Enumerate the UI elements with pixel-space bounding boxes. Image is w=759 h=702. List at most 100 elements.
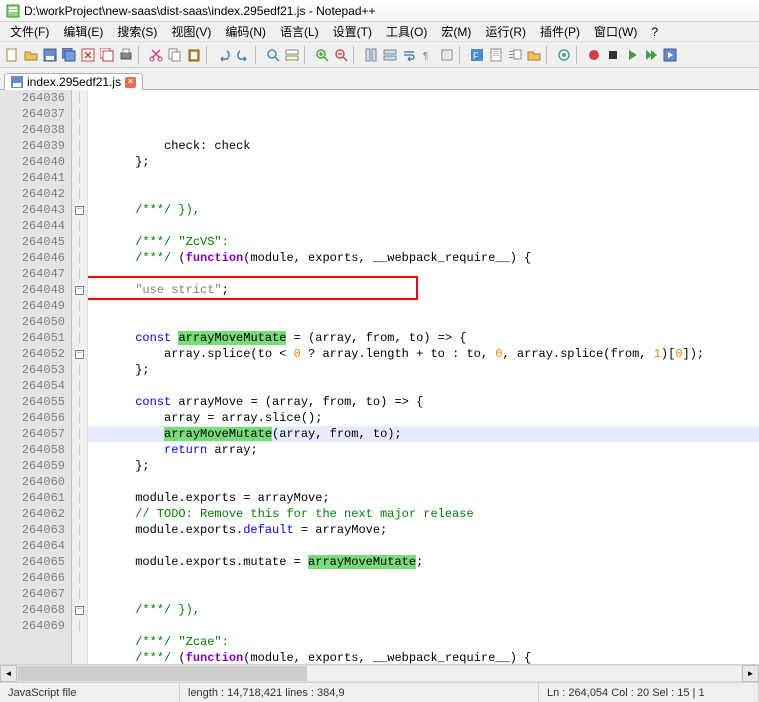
code-line[interactable] [88, 378, 759, 394]
close-all-icon[interactable] [98, 46, 116, 64]
save-icon[interactable] [41, 46, 59, 64]
menu-language[interactable]: 语言(L) [274, 22, 325, 41]
line-number-gutter[interactable]: 2640362640372640382640392640402640412640… [0, 90, 72, 664]
menu-search[interactable]: 搜索(S) [111, 22, 163, 41]
code-editor[interactable]: check: check }; /***/ }), /***/ "ZcVS": … [88, 90, 759, 664]
code-line[interactable]: }; [88, 362, 759, 378]
paste-icon[interactable] [185, 46, 203, 64]
code-line[interactable] [88, 186, 759, 202]
fold-marker[interactable]: │ [72, 474, 87, 490]
sync-h-icon[interactable] [381, 46, 399, 64]
invisible-chars-icon[interactable]: ¶ [419, 46, 437, 64]
code-line[interactable]: module.exports = arrayMove; [88, 490, 759, 506]
fold-marker[interactable]: │ [72, 362, 87, 378]
menu-macro[interactable]: 宏(M) [435, 22, 477, 41]
code-line[interactable] [88, 266, 759, 282]
scroll-track[interactable] [17, 665, 742, 682]
close-icon[interactable] [79, 46, 97, 64]
monitor-icon[interactable] [555, 46, 573, 64]
file-tab[interactable]: index.295edf21.js ✕ [4, 73, 143, 90]
code-line[interactable]: // TODO: Remove this for the next major … [88, 506, 759, 522]
fold-marker[interactable]: │ [72, 458, 87, 474]
fold-marker[interactable]: │ [72, 330, 87, 346]
fold-marker[interactable]: │ [72, 394, 87, 410]
print-icon[interactable] [117, 46, 135, 64]
fold-marker[interactable]: │ [72, 138, 87, 154]
code-line[interactable]: module.exports.mutate = arrayMoveMutate; [88, 554, 759, 570]
code-line[interactable]: }; [88, 458, 759, 474]
fold-marker[interactable]: │ [72, 314, 87, 330]
menu-file[interactable]: 文件(F) [4, 22, 55, 41]
menu-tools[interactable]: 工具(O) [380, 22, 433, 41]
fold-marker[interactable]: │ [72, 106, 87, 122]
menu-edit[interactable]: 编辑(E) [57, 22, 109, 41]
code-line[interactable]: /***/ (function(module, exports, __webpa… [88, 650, 759, 664]
func-list-icon[interactable] [506, 46, 524, 64]
fold-marker[interactable]: │ [72, 218, 87, 234]
fold-marker[interactable]: │ [72, 90, 87, 106]
code-line[interactable]: /***/ }), [88, 602, 759, 618]
copy-icon[interactable] [166, 46, 184, 64]
code-line[interactable] [88, 218, 759, 234]
fold-marker[interactable]: − [72, 202, 87, 218]
scroll-thumb[interactable] [18, 666, 307, 681]
play-multi-icon[interactable] [642, 46, 660, 64]
doc-map-icon[interactable] [487, 46, 505, 64]
code-line[interactable]: }; [88, 154, 759, 170]
code-line[interactable]: /***/ "ZcVS": [88, 234, 759, 250]
code-line[interactable] [88, 586, 759, 602]
fold-marker[interactable]: │ [72, 570, 87, 586]
code-line[interactable]: const arrayMove = (array, from, to) => { [88, 394, 759, 410]
code-line[interactable] [88, 538, 759, 554]
fold-column[interactable]: │││││││−││││−│││−│││││││││││││││−│ [72, 90, 88, 664]
code-line[interactable]: /***/ "Zcae": [88, 634, 759, 650]
menu-settings[interactable]: 设置(T) [327, 22, 378, 41]
zoom-in-icon[interactable] [313, 46, 331, 64]
code-line[interactable]: array = array.slice(); [88, 410, 759, 426]
menu-help[interactable]: ? [645, 24, 664, 40]
menu-plugins[interactable]: 插件(P) [534, 22, 586, 41]
fold-marker[interactable]: − [72, 346, 87, 362]
menu-window[interactable]: 窗口(W) [588, 22, 643, 41]
fold-marker[interactable]: │ [72, 522, 87, 538]
code-line[interactable] [88, 618, 759, 634]
folder-panel-icon[interactable] [525, 46, 543, 64]
fold-marker[interactable]: │ [72, 298, 87, 314]
code-line[interactable] [88, 570, 759, 586]
fold-marker[interactable]: │ [72, 586, 87, 602]
menu-encoding[interactable]: 编码(N) [219, 22, 272, 41]
undo-icon[interactable] [215, 46, 233, 64]
fold-marker[interactable]: − [72, 602, 87, 618]
fold-marker[interactable]: │ [72, 186, 87, 202]
code-line[interactable]: return array; [88, 442, 759, 458]
code-line[interactable] [88, 170, 759, 186]
fold-marker[interactable]: │ [72, 490, 87, 506]
save-all-icon[interactable] [60, 46, 78, 64]
fold-marker[interactable]: │ [72, 154, 87, 170]
fold-marker[interactable]: │ [72, 618, 87, 634]
open-file-icon[interactable] [22, 46, 40, 64]
code-line[interactable]: module.exports.default = arrayMove; [88, 522, 759, 538]
fold-marker[interactable]: │ [72, 410, 87, 426]
new-file-icon[interactable] [3, 46, 21, 64]
menu-run[interactable]: 运行(R) [479, 22, 532, 41]
stop-icon[interactable] [604, 46, 622, 64]
fold-marker[interactable]: │ [72, 122, 87, 138]
code-line[interactable]: /***/ (function(module, exports, __webpa… [88, 250, 759, 266]
code-line[interactable] [88, 474, 759, 490]
code-line[interactable] [88, 298, 759, 314]
tab-close-icon[interactable]: ✕ [125, 77, 136, 88]
menu-view[interactable]: 视图(V) [165, 22, 217, 41]
code-line[interactable] [88, 314, 759, 330]
fold-marker[interactable]: │ [72, 170, 87, 186]
fold-marker[interactable]: │ [72, 266, 87, 282]
save-macro-icon[interactable] [661, 46, 679, 64]
cut-icon[interactable] [147, 46, 165, 64]
code-line[interactable]: array.splice(to < 0 ? array.length + to … [88, 346, 759, 362]
code-line[interactable]: check: check [88, 138, 759, 154]
fold-marker[interactable]: │ [72, 442, 87, 458]
lang-icon[interactable]: F [468, 46, 486, 64]
zoom-out-icon[interactable] [332, 46, 350, 64]
sync-v-icon[interactable] [362, 46, 380, 64]
fold-marker[interactable]: │ [72, 554, 87, 570]
